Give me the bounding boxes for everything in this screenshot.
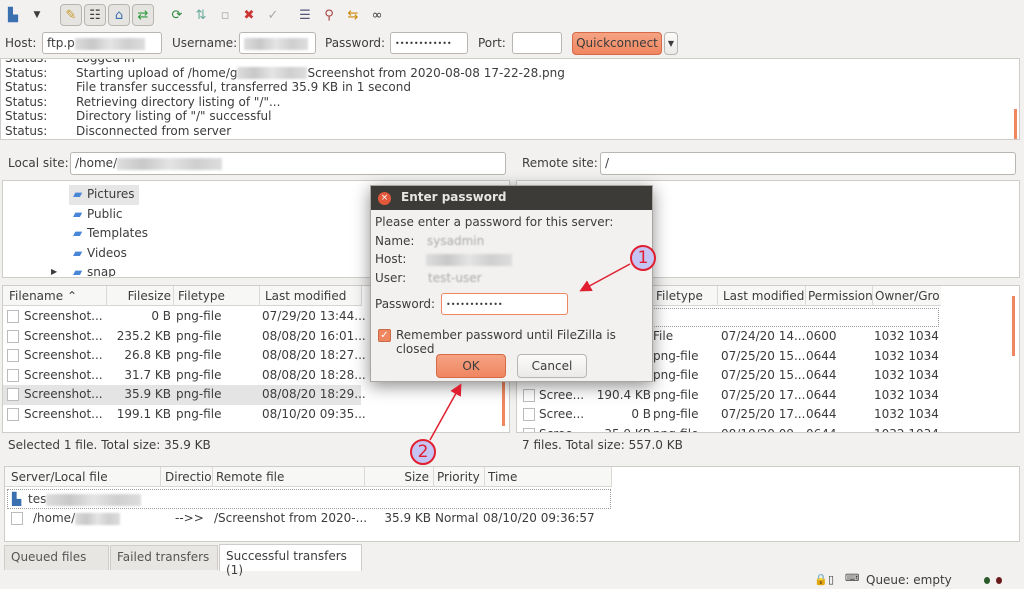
annotation-arrows bbox=[429, 263, 631, 441]
annotation-1: 1 bbox=[630, 245, 656, 271]
annotation-2: 2 bbox=[410, 439, 436, 465]
arrow-2 bbox=[429, 383, 462, 441]
arrow-1 bbox=[579, 263, 631, 292]
